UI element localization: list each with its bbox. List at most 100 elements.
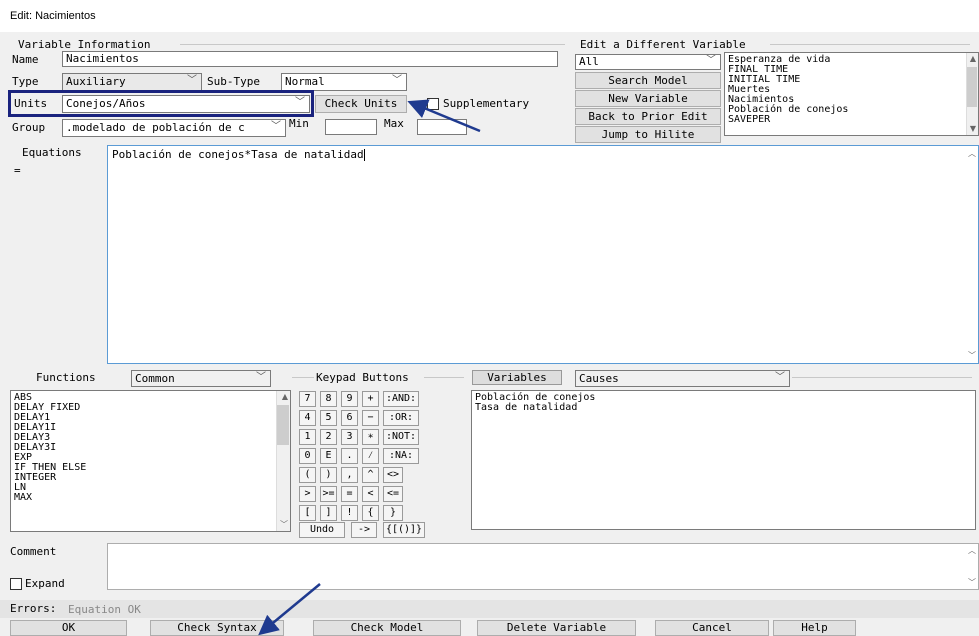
errors-bar (0, 600, 979, 618)
arrow-button[interactable]: -> (351, 522, 377, 538)
scroll-thumb[interactable] (967, 67, 977, 107)
min-input[interactable] (325, 119, 377, 135)
comment-scrollbar[interactable]: ︿ ﹀ (966, 544, 978, 589)
chevron-down-icon: ﹀ (187, 75, 197, 86)
equation-editor[interactable]: Población de conejos*Tasa de natalidad ︿… (107, 145, 979, 364)
key-close-bracket[interactable]: ] (320, 505, 337, 521)
supplementary-checkbox[interactable] (427, 98, 439, 110)
causes-list[interactable]: Población de conejos Tasa de natalidad (471, 390, 976, 530)
new-variable-button[interactable]: New Variable (575, 90, 721, 107)
tab-variables[interactable]: Variables (472, 370, 562, 385)
scroll-up-icon[interactable]: ︿ (968, 545, 976, 556)
expand-label: Expand (25, 577, 65, 590)
units-input[interactable]: Conejos/Años ﹀ (62, 95, 310, 113)
check-model-button[interactable]: Check Model (313, 620, 461, 636)
key-greater-equal[interactable]: >= (320, 486, 337, 502)
key-plus[interactable]: + (362, 391, 379, 407)
key-1[interactable]: 1 (299, 429, 316, 445)
scroll-down-icon[interactable]: ▼ (970, 124, 976, 134)
key-or[interactable]: :OR: (383, 410, 419, 426)
list-item[interactable]: LN (14, 483, 274, 493)
key-6[interactable]: 6 (341, 410, 358, 426)
key-comma[interactable]: , (341, 467, 358, 483)
jump-to-hilite-button[interactable]: Jump to Hilite (575, 126, 721, 143)
window-title: Edit: Nacimientos (0, 0, 979, 32)
help-button[interactable]: Help (773, 620, 856, 636)
group-select[interactable]: .modelado de población de c ﹀ (62, 119, 286, 137)
check-syntax-button[interactable]: Check Syntax (150, 620, 284, 636)
type-select[interactable]: Auxiliary ﹀ (62, 73, 202, 91)
key-and[interactable]: :AND: (383, 391, 419, 407)
text-cursor (363, 149, 365, 161)
list-item[interactable]: DELAY FIXED (14, 403, 274, 413)
ok-button[interactable]: OK (10, 620, 127, 636)
name-label: Name (12, 53, 39, 66)
key-minus[interactable]: − (362, 410, 379, 426)
variable-list-scrollbar[interactable]: ▲ ▼ (966, 53, 978, 135)
key-not-equal[interactable]: <> (383, 467, 403, 483)
cancel-button[interactable]: Cancel (655, 620, 769, 636)
key-7[interactable]: 7 (299, 391, 316, 407)
scroll-up-icon[interactable]: ︿ (968, 148, 976, 159)
key-less-equal[interactable]: <= (383, 486, 403, 502)
chevron-down-icon: ﹀ (271, 121, 281, 132)
key-close-paren[interactable]: ) (320, 467, 337, 483)
subtype-select[interactable]: Normal ﹀ (281, 73, 407, 91)
key-9[interactable]: 9 (341, 391, 358, 407)
undo-button[interactable]: Undo (299, 522, 345, 538)
key-open-bracket[interactable]: [ (299, 505, 316, 521)
key-4[interactable]: 4 (299, 410, 316, 426)
functions-category-select[interactable]: Common ﹀ (131, 370, 271, 387)
scroll-down-icon[interactable]: ﹀ (968, 577, 976, 588)
key-multiply[interactable]: ∗ (362, 429, 379, 445)
variable-filter-select[interactable]: All ﹀ (575, 54, 721, 70)
key-close-brace[interactable]: } (383, 505, 403, 521)
back-to-prior-edit-button[interactable]: Back to Prior Edit (575, 108, 721, 125)
key-2[interactable]: 2 (320, 429, 337, 445)
scroll-down-icon[interactable]: ﹀ (968, 350, 976, 361)
key-divide[interactable]: ⁄ (362, 448, 379, 464)
key-3[interactable]: 3 (341, 429, 358, 445)
group-label: Group (12, 121, 46, 134)
max-label: Max (384, 117, 404, 130)
key-0[interactable]: 0 (299, 448, 316, 464)
search-model-button[interactable]: Search Model (575, 72, 721, 89)
causes-select[interactable]: Causes ﹀ (575, 370, 790, 387)
scroll-up-icon[interactable]: ▲ (970, 54, 976, 64)
key-less[interactable]: < (362, 486, 379, 502)
scroll-up-icon[interactable]: ▲ (282, 392, 288, 402)
functions-scrollbar[interactable]: ▲ ﹀ (276, 391, 290, 531)
delete-variable-button[interactable]: Delete Variable (477, 620, 636, 636)
key-open-brace[interactable]: { (362, 505, 379, 521)
list-item[interactable]: Tasa de natalidad (475, 403, 972, 413)
comment-input[interactable]: ︿ ﹀ (107, 543, 979, 590)
key-e[interactable]: E (320, 448, 337, 464)
key-greater[interactable]: > (299, 486, 316, 502)
key-8[interactable]: 8 (320, 391, 337, 407)
keypad-label: Keypad Buttons (316, 371, 409, 384)
list-item[interactable]: INTEGER (14, 473, 274, 483)
scroll-down-icon[interactable]: ﹀ (280, 520, 288, 530)
check-units-button[interactable]: Check Units (315, 95, 407, 113)
max-input[interactable] (417, 119, 467, 135)
list-item[interactable]: DELAY3I (14, 443, 274, 453)
key-equal[interactable]: = (341, 486, 358, 502)
key-5[interactable]: 5 (320, 410, 337, 426)
list-item[interactable]: DELAY1I (14, 423, 274, 433)
expand-checkbox[interactable] (10, 578, 22, 590)
key-na[interactable]: :NA: (383, 448, 419, 464)
variable-list[interactable]: Esperanza de vida FINAL TIME INITIAL TIM… (724, 52, 979, 136)
key-not[interactable]: :NOT: (383, 429, 419, 445)
key-caret[interactable]: ^ (362, 467, 379, 483)
brackets-button[interactable]: {[()]} (383, 522, 425, 538)
equation-scrollbar[interactable]: ︿ ﹀ (966, 146, 978, 363)
chevron-down-icon: ﹀ (706, 55, 716, 66)
list-item[interactable]: SAVEPER (728, 115, 964, 125)
key-dot[interactable]: . (341, 448, 358, 464)
list-item[interactable]: MAX (14, 493, 274, 503)
scroll-thumb[interactable] (277, 405, 289, 445)
functions-list[interactable]: ABS DELAY FIXED DELAY1 DELAY1I DELAY3 DE… (10, 390, 291, 532)
key-bang[interactable]: ! (341, 505, 358, 521)
key-open-paren[interactable]: ( (299, 467, 316, 483)
name-input[interactable]: Nacimientos (62, 51, 558, 67)
